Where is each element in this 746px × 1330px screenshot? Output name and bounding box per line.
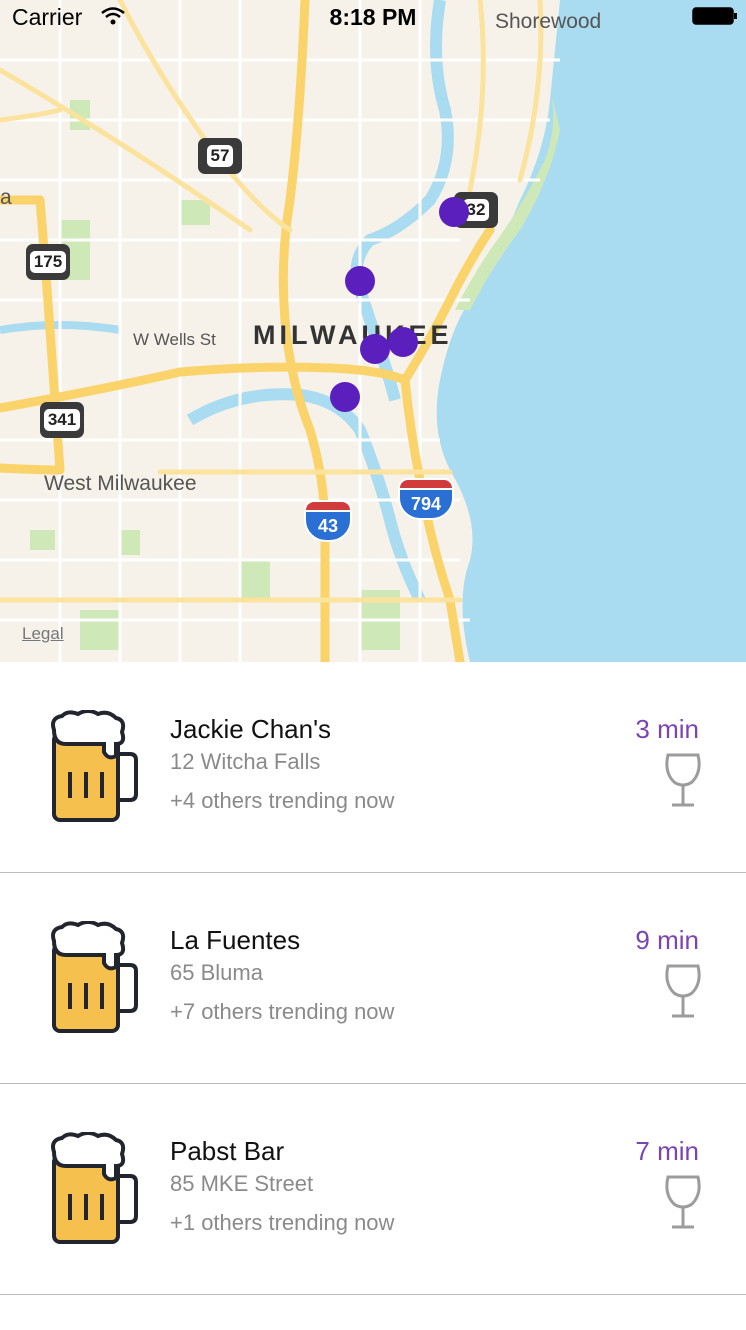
bar-trending: +1 others trending now <box>170 1210 395 1235</box>
battery-icon <box>692 7 737 25</box>
interstate-number: 794 <box>398 488 454 520</box>
legal-link[interactable]: Legal <box>22 624 64 644</box>
beer-mug-icon <box>51 1132 138 1244</box>
map-label-shorewood: Shorewood <box>495 10 602 33</box>
interstate-shield-794: 794 <box>398 478 454 522</box>
bar-address: 85 MKE Street <box>170 1171 314 1196</box>
wine-glass-icon[interactable] <box>664 752 702 808</box>
bar-eta: 7 min <box>635 1136 699 1166</box>
beer-mug-icon <box>51 921 138 1033</box>
bar-address: 12 Witcha Falls <box>170 749 321 774</box>
interstate-number: 43 <box>304 510 352 542</box>
bar-list-item[interactable]: Pabst Bar 85 MKE Street +1 others trendi… <box>0 1084 746 1295</box>
beer-mug-icon <box>51 710 138 822</box>
bar-name: Pabst Bar <box>170 1136 285 1166</box>
map-view[interactable]: Carrier 8:18 PM Shorewood a W Wells St M… <box>0 0 746 662</box>
bar-trending: +7 others trending now <box>170 999 395 1024</box>
bar-list: Jackie Chan's 12 Witcha Falls +4 others … <box>0 662 746 1295</box>
route-shield-341: 341 <box>40 402 84 438</box>
bar-eta: 9 min <box>635 925 699 955</box>
map-pin[interactable] <box>345 266 375 296</box>
route-number: 57 <box>206 145 234 167</box>
bar-name: Jackie Chan's <box>170 714 332 744</box>
route-shield-57: 57 <box>198 138 242 174</box>
bar-eta: 3 min <box>635 714 699 744</box>
bar-name: La Fuentes <box>170 925 301 955</box>
bar-list-item[interactable]: La Fuentes 65 Bluma +7 others trending n… <box>0 873 746 1084</box>
map-pin[interactable] <box>330 382 360 412</box>
bar-trending: +4 others trending now <box>170 788 395 813</box>
map-label-wells-st: W Wells St <box>133 330 216 349</box>
map-label-west-milwaukee: West Milwaukee <box>44 472 197 495</box>
map-label-edge: a <box>0 186 12 209</box>
wine-glass-icon[interactable] <box>664 1174 702 1230</box>
map-pin[interactable] <box>360 334 390 364</box>
route-number: 341 <box>43 409 81 431</box>
clock: 8:18 PM <box>329 4 417 30</box>
status-bar: Carrier 8:18 PM <box>0 0 746 36</box>
bar-list-item[interactable]: Jackie Chan's 12 Witcha Falls +4 others … <box>0 662 746 873</box>
wine-glass-icon[interactable] <box>664 963 702 1019</box>
route-number: 175 <box>29 251 67 273</box>
map-pin[interactable] <box>388 327 418 357</box>
bar-address: 65 Bluma <box>170 960 263 985</box>
map-label-city: MILWAUKEE <box>253 320 453 350</box>
interstate-shield-43: 43 <box>304 500 352 544</box>
route-shield-175: 175 <box>26 244 70 280</box>
map-pin[interactable] <box>439 197 469 227</box>
